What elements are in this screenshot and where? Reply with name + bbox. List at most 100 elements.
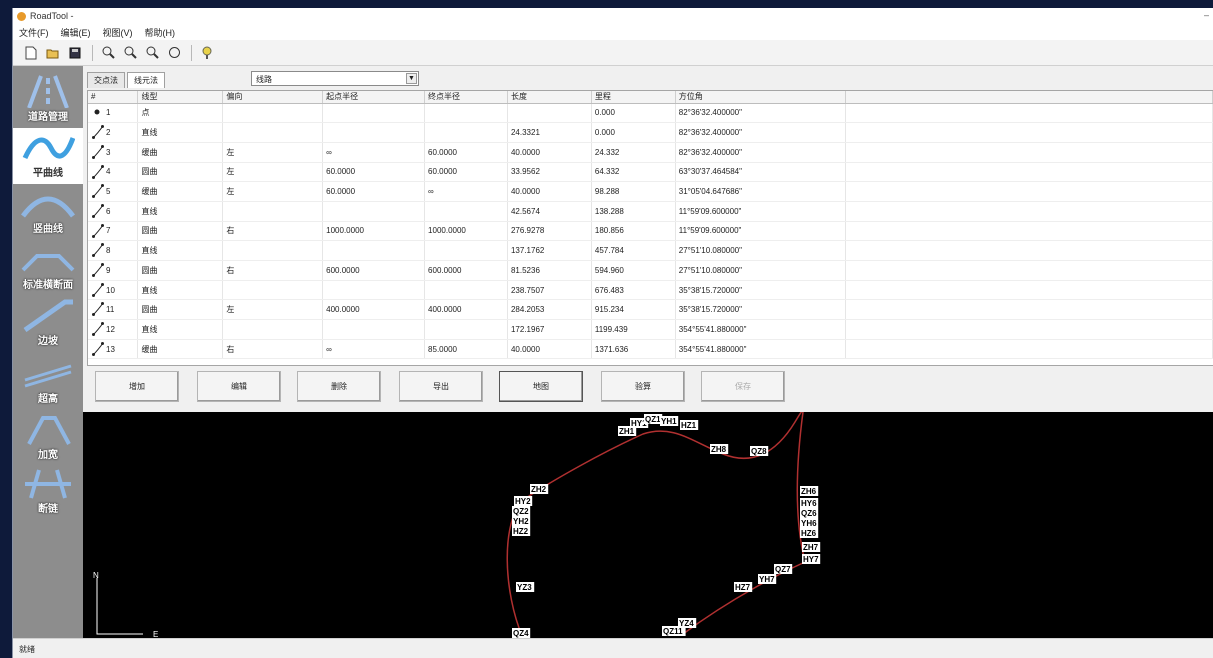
zoom-in-icon[interactable] [98,44,118,62]
station-label[interactable]: HZ1 [681,421,697,430]
row-number: 4 [106,167,111,177]
menu-edit[interactable]: 编辑(E) [61,26,91,39]
sidebar-item-road-manage[interactable]: 道路管理 [13,72,83,128]
station-label[interactable]: ZH6 [801,487,817,496]
line-element-icon [92,263,104,277]
table-cell: 82°36'32.400000" [675,122,846,143]
table-cell-filler [845,122,1213,143]
sidebar-item-widening[interactable]: 加宽 [13,410,83,466]
zoom-icon[interactable] [120,44,140,62]
table-row[interactable]: 2 直线 24.3321 0.000 82°36'32.400000" [88,122,1213,143]
station-label[interactable]: ZH8 [711,445,727,454]
column-header[interactable]: # [88,91,139,104]
zoom-out-icon[interactable] [142,44,162,62]
add-button[interactable]: 增加 [95,371,179,402]
minimize-icon[interactable]: – [1204,10,1209,20]
sidebar-item-chain-break[interactable]: 断链 [13,464,83,520]
edit-button[interactable]: 编辑 [197,371,281,402]
station-label[interactable]: HZ7 [735,583,751,592]
station-label[interactable]: QZ1 [645,415,661,424]
station-label[interactable]: HY6 [801,499,817,508]
row-number-cell: 2 [88,122,139,143]
station-label[interactable]: HY7 [803,555,819,564]
sidebar: 道路管理 平曲线竖曲线标准横断面 边坡 超高加宽断链 [13,66,83,638]
station-label[interactable]: QZ2 [513,507,529,516]
table-row[interactable]: 9 圆曲右 600.0000 600.0000 81.5236 594.960 27°51'… [88,260,1213,281]
row-number-cell: 9 [88,260,139,281]
check-button[interactable]: 验算 [601,371,685,402]
open-icon[interactable] [43,44,63,62]
vertical-curve-icon [20,186,76,220]
delete-button[interactable]: 删除 [297,371,381,402]
tab-element-method[interactable]: 线元法 [127,72,165,88]
station-label[interactable]: HZ6 [801,529,817,538]
road-manage-icon [21,74,75,109]
row-number-cell: 5 [88,181,139,202]
table-cell: 缓曲 [137,339,224,360]
station-label[interactable]: QZ4 [513,629,529,638]
table-cell-filler [845,339,1213,360]
table-row[interactable]: 4 圆曲左 60.0000 60.0000 33.9562 64.332 63°30'37.… [88,162,1213,183]
table-cell [424,319,508,340]
route-select[interactable]: 线路 ▼ [251,71,419,86]
column-header[interactable]: 里程 [591,91,676,104]
sidebar-item-cross-section[interactable]: 标准横断面 [13,240,83,296]
new-icon[interactable] [21,44,41,62]
table-row[interactable]: 6 直线 42.5674 138.288 11°59'09.600000" [88,201,1213,222]
map-canvas[interactable]: N E ZH1 HY1 QZ1 YH1 HZ1 ZH2 HY2 QZ2 YH2 HZ2 YZ3 QZ4 ZH… [83,408,1213,639]
sidebar-item-slope[interactable]: 边坡 [13,296,83,352]
sidebar-item-label: 竖曲线 [33,224,63,235]
menu-help[interactable]: 帮助(H) [145,26,176,39]
column-header[interactable]: 起点半径 [322,91,426,104]
sidebar-item-label: 加宽 [38,450,58,461]
station-label[interactable]: ZH7 [803,543,819,552]
chevron-down-icon[interactable]: ▼ [406,73,417,84]
table-row[interactable]: 1 点 0.000 82°36'32.400000" [88,103,1213,124]
sidebar-item-vertical-curve[interactable]: 竖曲线 [13,184,83,240]
column-header[interactable]: 方位角 [675,91,846,104]
column-header[interactable]: 偏向 [222,91,324,104]
table-row[interactable]: 7 圆曲右 1000.0000 1000.0000 276.9278 180.856 11°… [88,221,1213,242]
station-label[interactable]: QZ7 [775,565,791,574]
table-cell [322,280,426,301]
station-label[interactable]: QZ11 [663,627,683,636]
station-label[interactable]: QZ8 [751,447,767,456]
table-cell [424,201,508,222]
station-label[interactable]: YH2 [513,517,529,526]
table-cell: 276.9278 [507,221,592,242]
sidebar-item-horizontal-curve[interactable]: 平曲线 [13,128,83,184]
table-cell-filler [845,181,1213,202]
save-icon[interactable] [65,44,85,62]
station-label[interactable]: HZ2 [513,527,529,536]
table-row[interactable]: 5 缓曲左 60.0000 ∞ 40.0000 98.288 31°05'04.647686… [88,181,1213,202]
table-row[interactable]: 3 缓曲左 ∞ 60.0000 40.0000 24.332 82°36'32.400000… [88,142,1213,163]
table-row[interactable]: 10 直线 238.7507 676.483 35°38'15.720000" [88,280,1213,301]
help-icon[interactable] [197,44,217,62]
export-button[interactable]: 导出 [399,371,483,402]
station-label[interactable]: YH1 [661,417,677,426]
station-label[interactable]: ZH1 [619,427,635,436]
map-button[interactable]: 地图 [499,371,583,402]
station-label[interactable]: ZH2 [531,485,547,494]
column-header[interactable]: 线型 [137,91,224,104]
station-label[interactable]: YH7 [759,575,775,584]
column-header[interactable]: 长度 [507,91,592,104]
station-label[interactable]: YZ3 [517,583,532,592]
column-header[interactable]: 终点半径 [424,91,508,104]
pan-icon[interactable] [164,44,184,62]
menu-file[interactable]: 文件(F) [19,26,49,39]
sidebar-item-superelevation[interactable]: 超高 [13,354,83,410]
station-label[interactable]: HY2 [515,497,531,506]
table-cell: 缓曲 [137,181,224,202]
table-cell: 98.288 [591,181,676,202]
table-cell [322,201,426,222]
station-label[interactable]: YH6 [801,519,817,528]
table-row[interactable]: 8 直线 137.1762 457.784 27°51'10.080000" [88,240,1213,261]
save-button[interactable]: 保存 [701,371,785,402]
table-row[interactable]: 12 直线 172.1967 1199.439 354°55'41.880000" [88,319,1213,340]
tab-intersection-method[interactable]: 交点法 [87,72,125,88]
station-label[interactable]: QZ6 [801,509,817,518]
table-row[interactable]: 13 缓曲右 ∞ 85.0000 40.0000 1371.636 354°55'41.88… [88,339,1213,360]
menu-view[interactable]: 视图(V) [103,26,133,39]
table-row[interactable]: 11 圆曲左 400.0000 400.0000 284.2053 915.234 35°3… [88,299,1213,321]
